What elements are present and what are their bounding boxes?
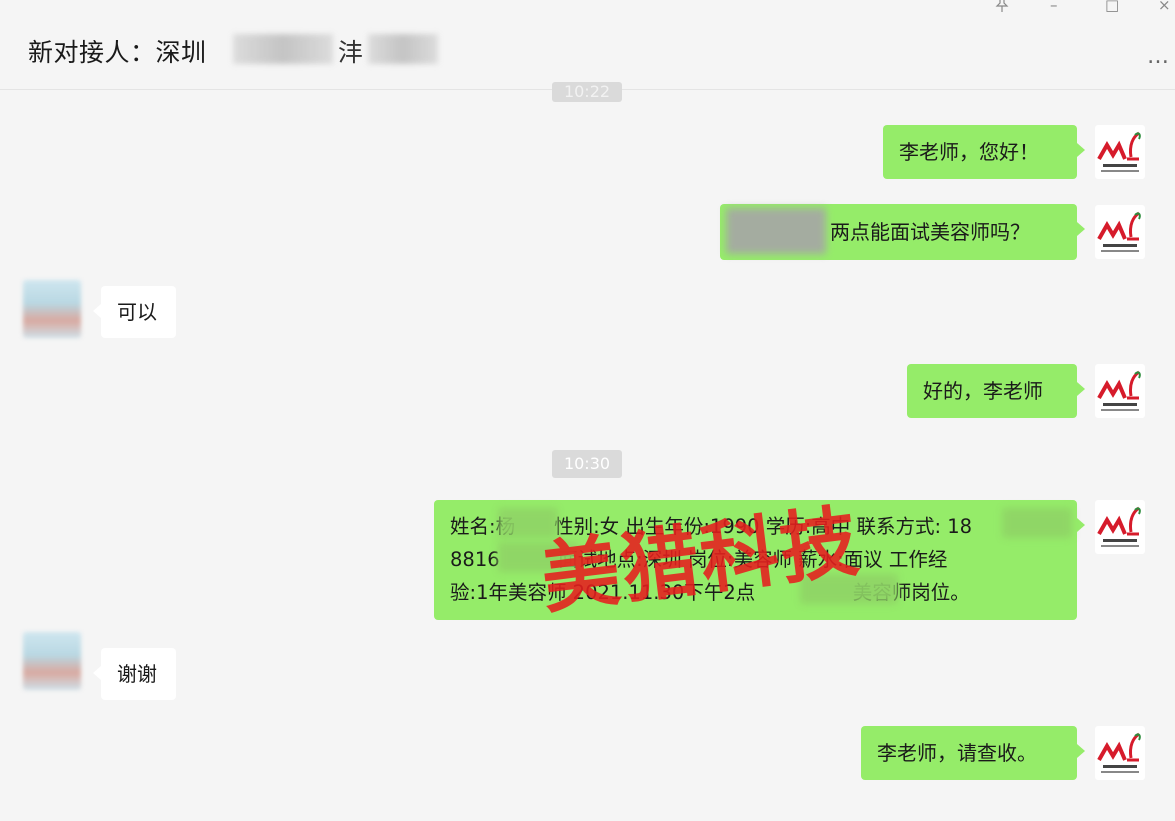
pin-icon[interactable] (995, 0, 1009, 16)
timestamp-badge: 10:30 (552, 450, 622, 478)
redacted-title-part (368, 34, 438, 64)
meilie-logo-icon (1097, 732, 1141, 773)
user-avatar[interactable] (1095, 205, 1145, 259)
redacted-text (726, 208, 826, 254)
message-bubble-other[interactable]: 可以 (93, 286, 176, 338)
message-list[interactable]: 10:22 李老师，您好！ 两点能面试美容师吗？ 可以 好的，李老师 10:30… (0, 82, 1175, 821)
chat-title-text: 新对接人：深圳 (28, 38, 207, 67)
contact-avatar[interactable] (23, 632, 81, 690)
meilie-logo-icon (1097, 131, 1141, 172)
chat-header: 新对接人：深圳 沣 – □ × … (0, 0, 1175, 90)
user-avatar[interactable] (1095, 500, 1145, 554)
redacted-title-part (233, 34, 333, 64)
user-avatar[interactable] (1095, 364, 1145, 418)
message-bubble-self[interactable]: 李老师，请查收。 (861, 726, 1085, 780)
close-button[interactable]: × (1158, 0, 1171, 14)
redacted-text (1002, 508, 1072, 538)
maximize-button[interactable]: □ (1105, 0, 1119, 14)
chat-title-suffix: 沣 (338, 38, 364, 67)
timestamp-badge: 10:22 (552, 82, 622, 102)
user-avatar[interactable] (1095, 726, 1145, 780)
message-bubble-other[interactable]: 谢谢 (93, 648, 176, 700)
message-bubble-self[interactable]: 李老师，您好！ (883, 125, 1085, 179)
meilie-logo-icon (1097, 506, 1141, 547)
more-options-button[interactable]: … (1147, 44, 1171, 69)
meilie-logo-icon (1097, 370, 1141, 411)
contact-avatar[interactable] (23, 280, 81, 338)
user-avatar[interactable] (1095, 125, 1145, 179)
chat-title: 新对接人：深圳 (28, 33, 207, 69)
minimize-button[interactable]: – (1050, 0, 1058, 14)
message-bubble-self[interactable]: 好的，李老师 (907, 364, 1085, 418)
meilie-logo-icon (1097, 211, 1141, 252)
